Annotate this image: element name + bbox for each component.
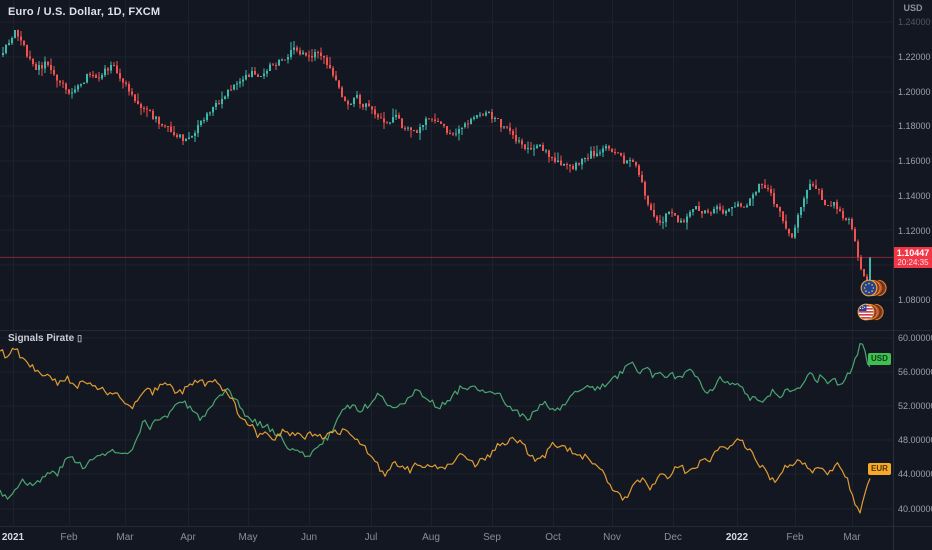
price-tick-label: 1.14000 [898, 190, 931, 201]
us-flag-coins-icon[interactable] [857, 302, 884, 327]
trading-chart-app: Euro / U.S. Dollar, 1D, FXCM Signals Pir… [0, 0, 932, 550]
indicator-legend[interactable]: Signals Pirate ▯ [8, 333, 82, 344]
eu-flag-coins-icon[interactable] [860, 278, 887, 303]
last-price-label: 1.10447 20:24:35 [894, 247, 932, 268]
pane-separator[interactable] [0, 330, 932, 331]
price-tick-label: 1.20000 [898, 86, 931, 97]
price-tick-label: 44.00000 [898, 469, 932, 480]
time-axis-label: Oct [545, 532, 561, 543]
price-chart-canvas[interactable] [0, 0, 893, 527]
time-axis-label: Aug [422, 532, 440, 543]
price-tick-label: 60.00000 [898, 333, 932, 343]
chart-area[interactable]: Euro / U.S. Dollar, 1D, FXCM Signals Pir… [0, 0, 893, 527]
price-tick-label: 1.24000 [898, 17, 931, 28]
time-axis-label: May [238, 532, 258, 543]
indicator-title-label: Signals Pirate [8, 333, 75, 344]
symbol-title[interactable]: Euro / U.S. Dollar, 1D, FXCM [8, 6, 160, 18]
axis-currency-label: USD [903, 3, 923, 13]
time-axis-label: Sep [483, 532, 501, 543]
bar-countdown: 20:24:35 [897, 257, 929, 267]
usd-series-value-chip: USD [868, 353, 891, 365]
price-tick-label: 52.00000 [898, 401, 932, 412]
price-tick-label: 1.16000 [898, 156, 931, 167]
time-axis-label: Feb [786, 532, 804, 543]
last-price-value: 1.10447 [896, 247, 930, 258]
eur-series-value-chip: EUR [868, 463, 891, 475]
price-tick-label: 1.22000 [898, 52, 931, 62]
time-axis-label: Feb [60, 532, 78, 543]
indicator-badge-icon: ▯ [77, 333, 83, 343]
time-axis[interactable]: 2021 Feb Mar Apr May Jun Jul Aug Sep Oct Nov Dec 202… [0, 527, 932, 550]
price-tick-label: 48.00000 [898, 435, 932, 446]
price-tick-label: 1.12000 [898, 225, 931, 236]
time-axis-label: Jun [300, 532, 318, 543]
time-axis-label: Apr [180, 532, 196, 543]
time-axis-label: Mar [843, 532, 861, 543]
time-axis-label: 2021 [1, 532, 25, 543]
time-axis-label: Mar [116, 532, 134, 543]
time-axis-label: Jul [364, 532, 378, 543]
price-tick-label: 1.18000 [898, 121, 931, 132]
price-axis-border [893, 0, 894, 550]
time-axis-label: Dec [664, 532, 682, 543]
price-tick-label: 40.00000 [898, 503, 932, 514]
time-axis-label: 2022 [725, 532, 749, 543]
price-tick-label: 1.08000 [898, 294, 931, 305]
price-tick-label: 56.00000 [898, 367, 932, 378]
time-axis-label: Nov [603, 532, 621, 543]
